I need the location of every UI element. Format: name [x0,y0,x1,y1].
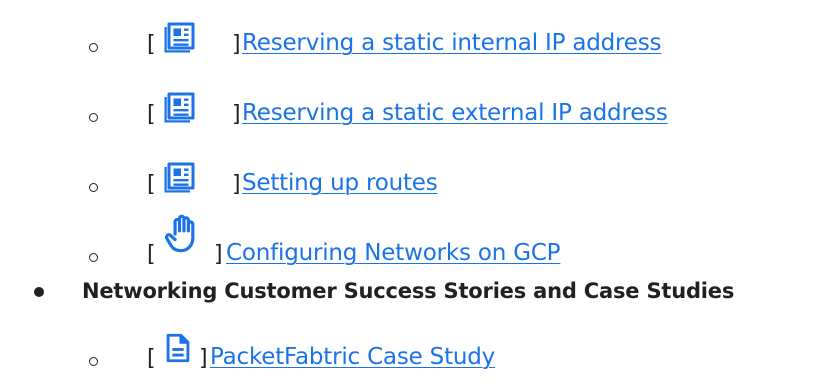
section-heading: Networking Customer Success Stories and … [82,279,735,303]
hollow-bullet [89,43,98,52]
hollow-bullet [89,183,98,192]
open-bracket: [ [147,346,156,371]
close-bracket: ] [232,102,241,127]
hollow-bullet [89,113,98,122]
link-setting-up-routes[interactable]: Setting up routes [242,170,438,196]
open-bracket: [ [147,172,156,197]
newspaper-icon [164,92,195,123]
close-bracket: ] [199,346,208,371]
list-item: [ ] PacketFabtric Case Study [0,322,838,382]
section-list-item: Networking Customer Success Stories and … [0,272,838,312]
document-icon [166,333,190,363]
hollow-bullet [89,253,98,262]
list-item: [ ] Configuring Networks on GCP [0,213,838,273]
close-bracket: ] [232,172,241,197]
link-reserving-static-internal-ip[interactable]: Reserving a static internal IP address [242,30,662,56]
open-bracket: [ [147,242,156,267]
list-item: [ ] Reserving a static external IP addre… [0,83,838,143]
newspaper-icon [164,162,195,193]
close-bracket: ] [232,32,241,57]
list-item: [ ] Reserving a static internal IP addre… [0,18,838,78]
newspaper-icon [164,22,195,53]
link-configuring-networks-gcp[interactable]: Configuring Networks on GCP [226,240,561,266]
solid-bullet [34,287,44,297]
hand-icon [164,214,195,253]
hollow-bullet [89,357,98,366]
list-item: [ ] Setting up routes [0,148,838,208]
close-bracket: ] [214,242,223,267]
link-packetfabtric-case-study[interactable]: PacketFabtric Case Study [210,344,495,370]
link-reserving-static-external-ip[interactable]: Reserving a static external IP address [242,100,668,126]
open-bracket: [ [147,102,156,127]
open-bracket: [ [147,32,156,57]
